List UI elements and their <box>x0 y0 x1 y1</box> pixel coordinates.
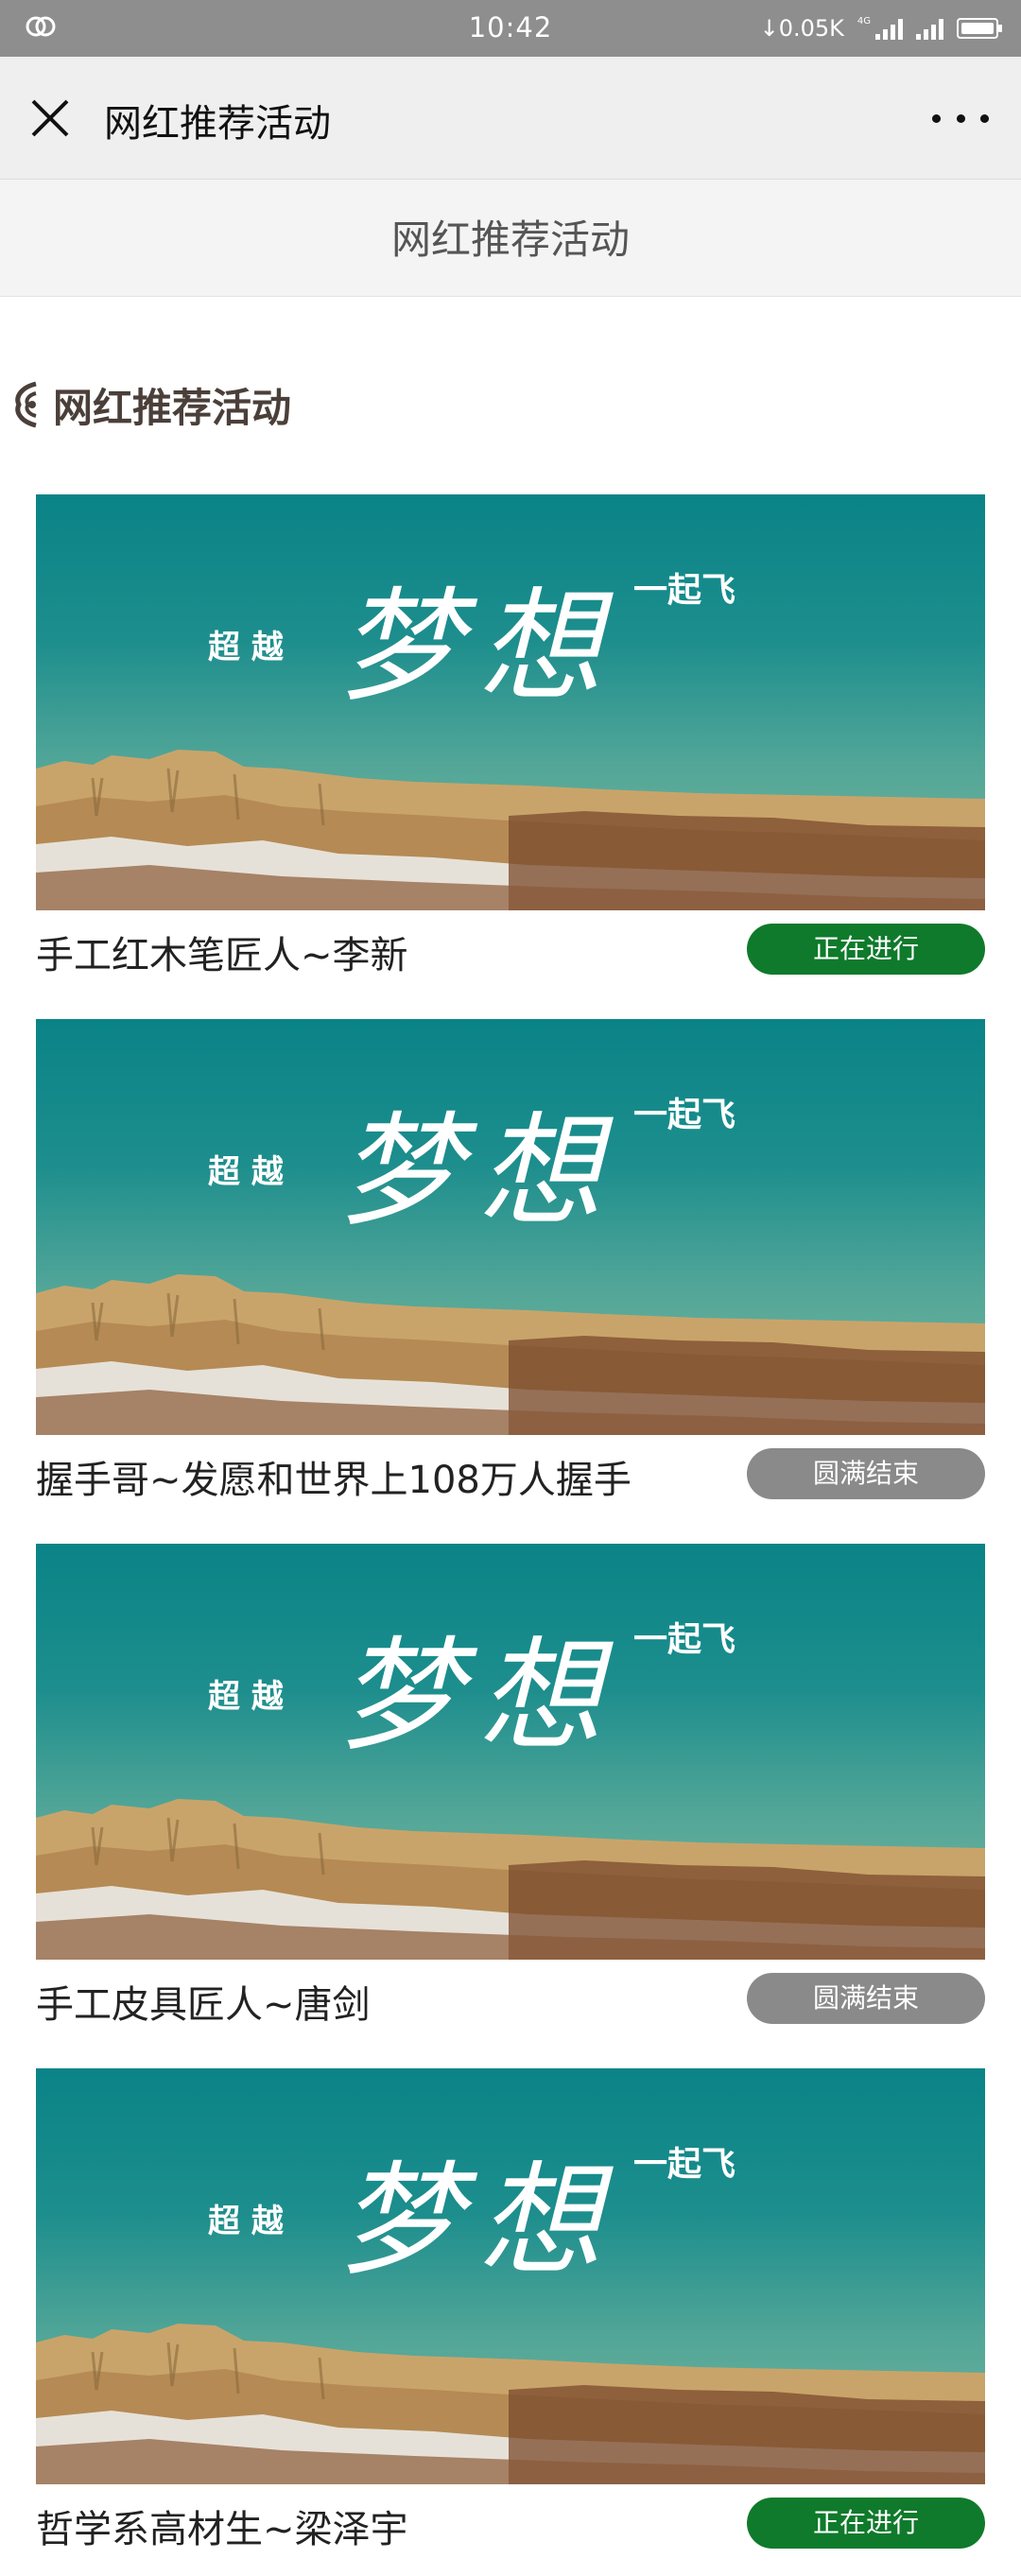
activity-status-badge[interactable]: 圆满结束 <box>747 1448 985 1499</box>
activity-title[interactable]: 握手哥~发愿和世界上108万人握手 <box>36 1449 632 1504</box>
page-header: 网红推荐活动 <box>0 180 1021 297</box>
activity-card[interactable]: 超 越 梦想 一起飞 哲学系高材生~梁泽宇 正在进行 <box>36 2068 985 2560</box>
activity-banner[interactable]: 超 越 梦想 一起飞 <box>36 2068 985 2484</box>
banner-text-right: 一起飞 <box>633 2144 736 2184</box>
more-dots-icon[interactable] <box>932 104 989 132</box>
net-speed: ↓0.05K <box>759 15 844 42</box>
activity-card[interactable]: 超 越 梦想 一起飞 握手哥~发愿和世界上108万人握手 圆满结束 <box>36 1019 985 1511</box>
activity-card[interactable]: 超 越 梦想 一起飞 手工皮具匠人~唐剑 圆满结束 <box>36 1544 985 2035</box>
activity-status-badge[interactable]: 正在进行 <box>747 924 985 975</box>
nav-title: 网红推荐活动 <box>104 102 331 146</box>
banner-text-main: 梦想 <box>338 1099 619 1243</box>
activity-banner[interactable]: 超 越 梦想 一起飞 <box>36 494 985 910</box>
activity-banner[interactable]: 超 越 梦想 一起飞 <box>36 1544 985 1960</box>
banner-text-left: 超 越 <box>208 1153 284 1191</box>
banner-text-right: 一起飞 <box>633 1619 736 1659</box>
signal-icon: 4G <box>857 17 903 40</box>
battery-icon <box>957 18 1002 39</box>
activity-card[interactable]: 超 越 梦想 一起飞 手工红木笔匠人~李新 正在进行 <box>36 494 985 986</box>
close-icon[interactable] <box>28 96 72 140</box>
banner-text-right: 一起飞 <box>633 570 736 610</box>
page-title: 网红推荐活动 <box>390 216 630 263</box>
status-bar: 10:42 ↓0.05K 4G <box>0 0 1021 57</box>
signal-icon-secondary <box>916 17 943 40</box>
banner-text-left: 超 越 <box>208 629 284 666</box>
banner-text-left: 超 越 <box>208 2203 284 2240</box>
section-heading: 网红推荐活动 <box>8 376 291 433</box>
nav-bar: 网红推荐活动 <box>0 57 1021 180</box>
banner-text-main: 梦想 <box>338 1624 619 1768</box>
activity-title[interactable]: 手工皮具匠人~唐剑 <box>36 1974 371 2029</box>
status-indicators: ↓0.05K 4G <box>759 13 1002 43</box>
banner-text-main: 梦想 <box>338 2149 619 2292</box>
activity-title[interactable]: 手工红木笔匠人~李新 <box>36 925 408 979</box>
banner-text-left: 超 越 <box>208 1678 284 1716</box>
activity-status-badge[interactable]: 圆满结束 <box>747 1973 985 2024</box>
activity-banner[interactable]: 超 越 梦想 一起飞 <box>36 1019 985 1435</box>
ornament-icon <box>8 378 45 431</box>
section-title: 网红推荐活动 <box>53 384 292 431</box>
banner-text-right: 一起飞 <box>633 1095 736 1134</box>
banner-text-main: 梦想 <box>338 575 619 718</box>
activity-title[interactable]: 哲学系高材生~梁泽宇 <box>36 2498 408 2553</box>
activity-status-badge[interactable]: 正在进行 <box>747 2498 985 2549</box>
